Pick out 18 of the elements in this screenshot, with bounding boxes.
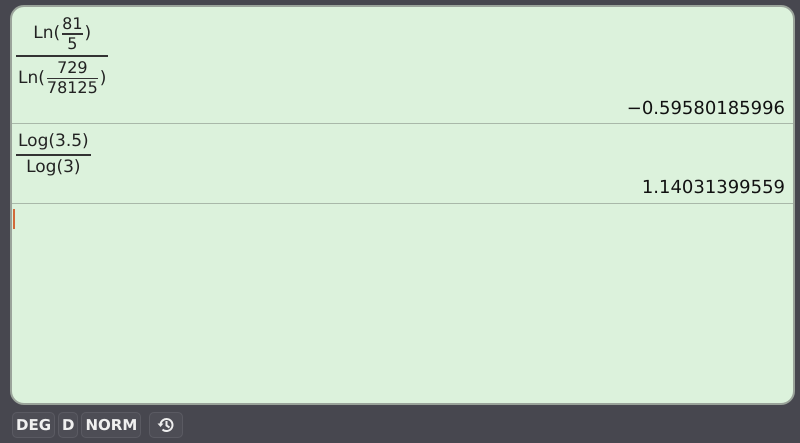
result-value: 1.14031399559 xyxy=(642,177,785,199)
denominator: 5 xyxy=(67,34,78,54)
expression-text: Log(3) xyxy=(26,158,81,178)
result-value: −0.59580185996 xyxy=(626,98,785,120)
history-button[interactable] xyxy=(149,412,184,438)
text-cursor xyxy=(13,208,15,229)
closing-parenthesis: ) xyxy=(100,68,106,88)
denominator: 78125 xyxy=(46,79,98,98)
numerator: 729 xyxy=(57,59,88,78)
mode-button[interactable]: DEG xyxy=(12,412,56,438)
numerator: 81 xyxy=(62,15,83,34)
mode-button[interactable]: D xyxy=(58,412,78,438)
function-name: Ln( xyxy=(33,24,60,44)
closing-parenthesis: ) xyxy=(84,24,92,44)
mode-button[interactable]: NORM xyxy=(81,412,142,438)
function-name: Ln( xyxy=(18,68,45,88)
expression-text: Log(3.5) xyxy=(18,132,89,152)
history-icon xyxy=(156,415,176,435)
